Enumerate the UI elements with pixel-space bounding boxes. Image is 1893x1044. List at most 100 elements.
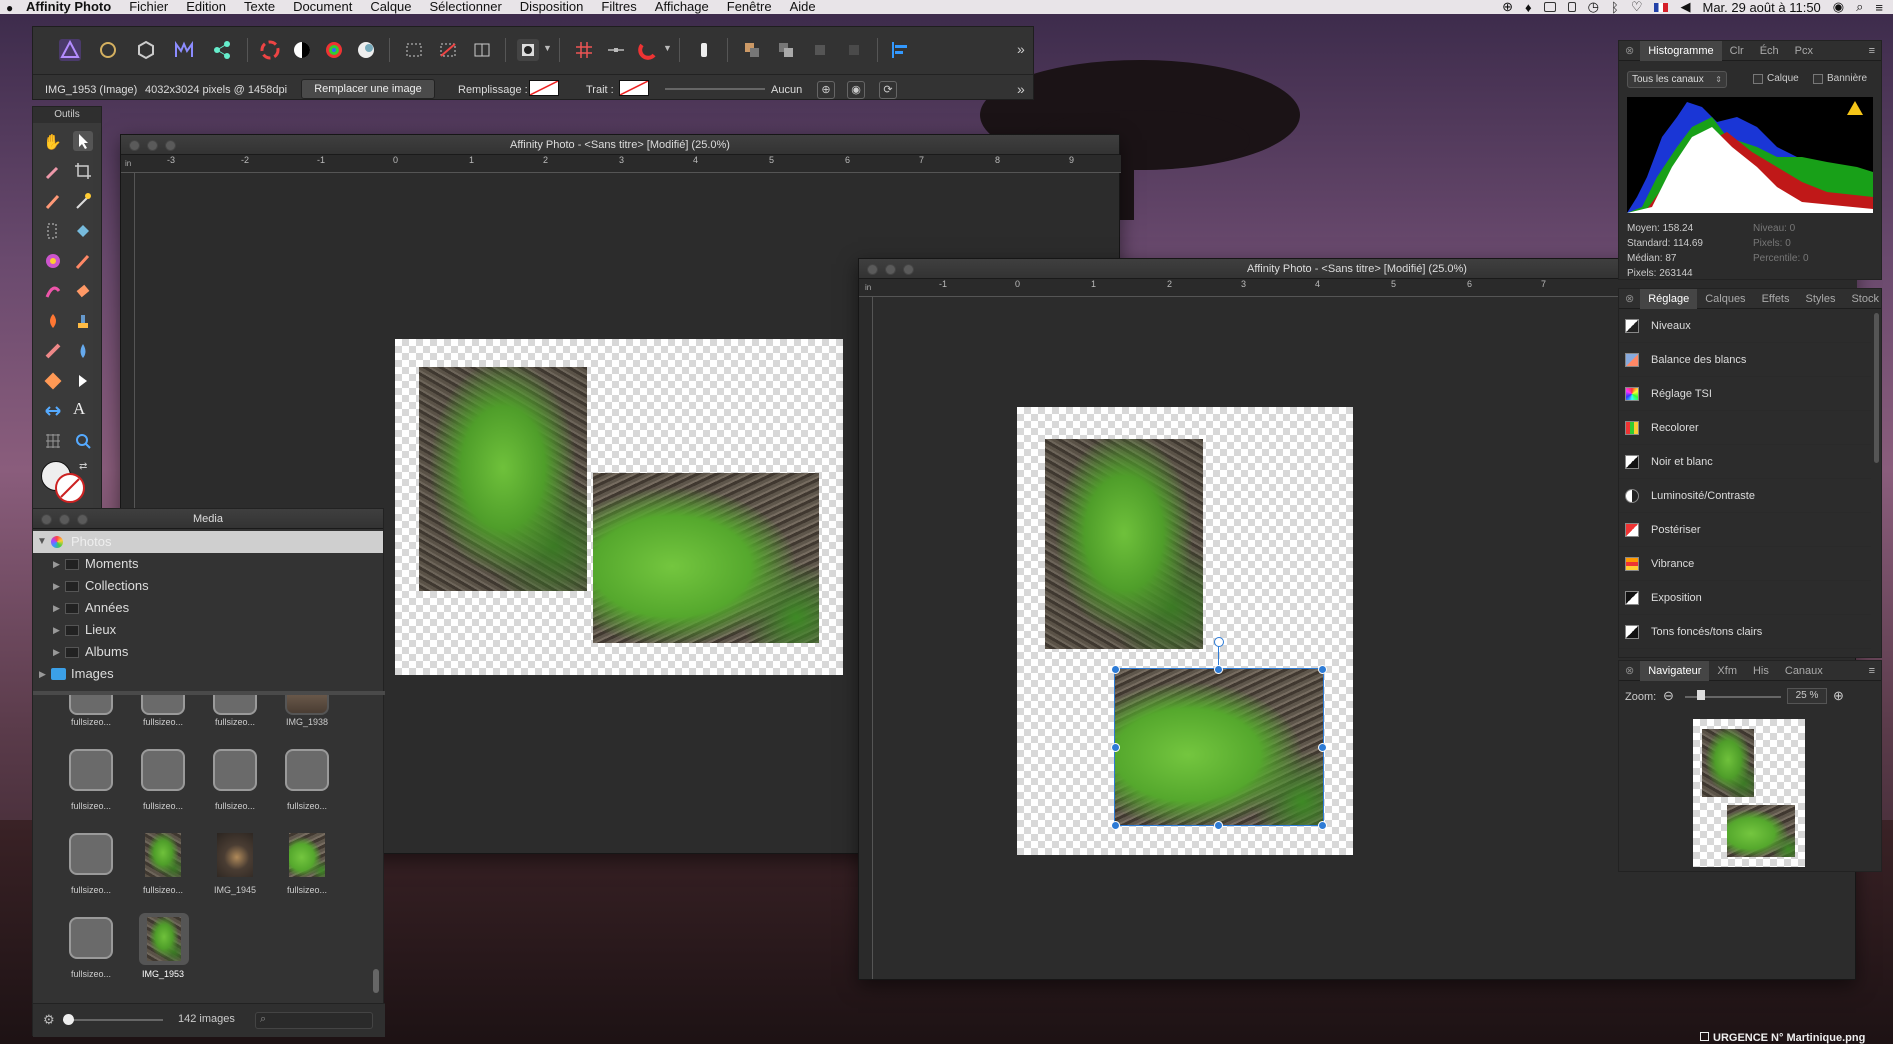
window1-canvas[interactable] [395, 339, 843, 675]
close-button[interactable] [129, 140, 140, 151]
mesh-warp-tool-icon[interactable] [43, 431, 63, 451]
menu-aide[interactable]: Aide [781, 0, 825, 14]
minimize-button[interactable] [885, 264, 896, 275]
disclosure-closed-icon[interactable]: ▶ [53, 553, 60, 575]
quick-mask-dropdown-icon[interactable]: ▼ [543, 43, 552, 53]
photo-persona-icon[interactable] [59, 39, 81, 61]
hand-tool-icon[interactable]: ✋ [43, 133, 63, 153]
eraser-tool-icon[interactable] [73, 281, 93, 301]
adjustment-shadows-highlights[interactable]: Tons foncés/tons clairs [1619, 615, 1871, 649]
develop-persona-icon[interactable] [135, 39, 157, 61]
panel-menu-icon[interactable]: ≡ [1869, 665, 1881, 677]
disclosure-closed-icon[interactable]: ▶ [53, 575, 60, 597]
crop-tool-icon[interactable] [73, 161, 93, 181]
snapping-magnet-icon[interactable] [637, 39, 659, 61]
tab-transform[interactable]: Xfm [1709, 665, 1745, 677]
tab-layers[interactable]: Calques [1697, 293, 1753, 305]
move-tool-icon[interactable] [73, 131, 93, 151]
tab-channels[interactable]: Canaux [1777, 665, 1831, 677]
auto-colors-icon[interactable] [323, 39, 345, 61]
disclosure-open-icon[interactable]: ▼ [37, 531, 47, 553]
menu-disposition[interactable]: Disposition [511, 0, 593, 14]
rotation-handle[interactable] [1214, 637, 1224, 647]
adjustment-vibrance[interactable]: Vibrance [1619, 547, 1871, 581]
media-thumbnail[interactable] [217, 833, 253, 877]
adjustments-scrollbar[interactable] [1874, 313, 1879, 463]
marquee-tool-icon[interactable] [43, 221, 63, 241]
media-folder-row[interactable]: ▶ Moments [33, 553, 383, 575]
fill-tool-icon[interactable] [73, 221, 93, 241]
resize-handle[interactable] [1318, 821, 1327, 830]
snapping-guides-icon[interactable] [605, 39, 627, 61]
media-thumbnail[interactable] [285, 695, 329, 715]
adjustment-recolor[interactable]: Recolorer [1619, 411, 1871, 445]
resize-handle[interactable] [1318, 665, 1327, 674]
zoom-button[interactable] [903, 264, 914, 275]
layer-checkbox[interactable] [1753, 74, 1763, 84]
media-thumbnail[interactable] [141, 749, 185, 791]
user-icon[interactable]: ◉ [1833, 0, 1844, 14]
menu-edition[interactable]: Edition [177, 0, 235, 14]
menu-document[interactable]: Document [284, 0, 361, 14]
resize-handle[interactable] [1111, 821, 1120, 830]
tab-color[interactable]: Clr [1722, 45, 1752, 57]
flag-fr-icon[interactable] [1654, 2, 1669, 12]
liquify-persona-icon[interactable] [97, 39, 119, 61]
tab-history[interactable]: His [1745, 665, 1777, 677]
zoom-in-icon[interactable]: ⊕ [1833, 688, 1844, 704]
bluetooth-icon[interactable]: ᛒ [1611, 0, 1619, 14]
notification-icon[interactable]: ≡ [1875, 0, 1883, 14]
media-folder-row[interactable]: ▶ Années [33, 597, 383, 619]
tab-histogram[interactable]: Histogramme [1640, 40, 1722, 61]
time-machine-icon[interactable]: ◷ [1588, 0, 1599, 14]
tab-swatches[interactable]: Éch [1752, 45, 1787, 57]
arrange-backward-icon[interactable] [843, 39, 865, 61]
plant-photo-layer[interactable] [1045, 439, 1203, 649]
panel-menu-icon[interactable]: ≡ [1869, 45, 1881, 57]
arrange-back-icon[interactable] [741, 39, 763, 61]
display-icon[interactable] [1543, 2, 1556, 12]
color-picker-tool-icon[interactable] [43, 161, 63, 181]
microphone-icon[interactable]: ♦ [1525, 0, 1532, 14]
magic-wand-tool-icon[interactable] [73, 191, 93, 211]
tab-adjustments[interactable]: Réglage [1640, 288, 1698, 309]
quick-mask-icon[interactable] [517, 39, 539, 61]
selection-brush-tool-icon[interactable] [43, 251, 63, 271]
disclosure-closed-icon[interactable]: ▶ [53, 619, 60, 641]
toolbar-overflow-icon[interactable]: » [1017, 41, 1025, 57]
images-folder-row[interactable]: ▶ Images [33, 663, 383, 685]
adjustment-hsl[interactable]: Réglage TSI [1619, 377, 1871, 411]
media-folder-row[interactable]: ▶ Albums [33, 641, 383, 663]
menu-calque[interactable]: Calque [361, 0, 420, 14]
window2-canvas[interactable] [1017, 407, 1353, 855]
selected-plant-photo-layer[interactable] [1114, 668, 1324, 826]
accessibility-icon[interactable]: ⊕ [1502, 0, 1513, 14]
brush-tool-icon[interactable] [43, 191, 63, 211]
rotate-icon[interactable]: ⟳ [879, 81, 897, 99]
auto-contrast-icon[interactable] [291, 39, 313, 61]
banner-checkbox[interactable] [1813, 74, 1823, 84]
media-thumbnail[interactable] [213, 749, 257, 791]
menu-app-name[interactable]: Affinity Photo [0, 0, 120, 14]
adjustment-black-white[interactable]: Noir et blanc [1619, 445, 1871, 479]
auto-white-balance-icon[interactable] [355, 39, 377, 61]
menu-selectionner[interactable]: Sélectionner [421, 0, 511, 14]
slider-knob[interactable] [63, 1014, 74, 1025]
tab-navigator[interactable]: Navigateur [1640, 660, 1710, 681]
media-thumbnail[interactable] [145, 833, 181, 877]
desktop-file-label[interactable]: URGENCE N° Martinique.png [1700, 1032, 1865, 1044]
panel-close-icon[interactable]: ⊗ [1619, 292, 1640, 305]
tab-effects[interactable]: Effets [1754, 293, 1798, 305]
media-thumbnail[interactable] [289, 833, 325, 877]
menu-filtres[interactable]: Filtres [592, 0, 645, 14]
export-persona-icon[interactable] [211, 39, 233, 61]
resize-handle[interactable] [1214, 665, 1223, 674]
close-button[interactable] [867, 264, 878, 275]
zoom-button[interactable] [165, 140, 176, 151]
panel-close-icon[interactable]: ⊗ [1619, 44, 1640, 57]
blur-tool-icon[interactable] [73, 341, 93, 361]
clone-stamp-tool-icon[interactable] [73, 311, 93, 331]
media-thumbnail[interactable] [69, 695, 113, 715]
media-thumbnail[interactable] [69, 749, 113, 791]
stroke-swatch[interactable] [619, 80, 649, 96]
